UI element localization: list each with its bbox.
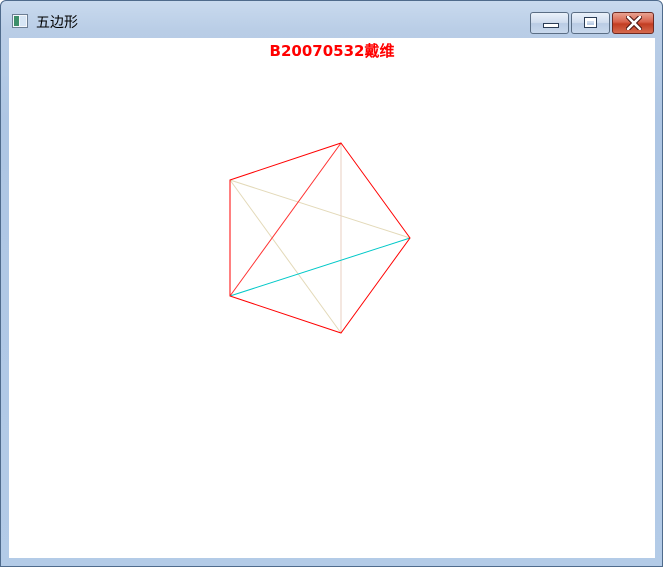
close-icon [626,16,642,30]
minimize-icon [543,23,559,28]
pentagon-diagonal [229,237,411,297]
maximize-icon [584,17,597,28]
maximize-button[interactable] [571,12,610,34]
pentagon-drawing [229,142,411,334]
pentagon-diagonal [229,142,342,297]
window-title: 五边形 [36,15,78,31]
drawing-area: B20070532戴维 [9,38,655,558]
minimize-button[interactable] [530,12,569,34]
close-button[interactable] [612,12,654,34]
pentagon-diagonal [229,179,342,334]
app-icon[interactable] [12,14,28,28]
app-window: 五边形 B20070532戴维 [0,0,663,567]
pentagon-diagonal [229,179,411,239]
title-bar[interactable]: 五边形 [1,1,662,37]
